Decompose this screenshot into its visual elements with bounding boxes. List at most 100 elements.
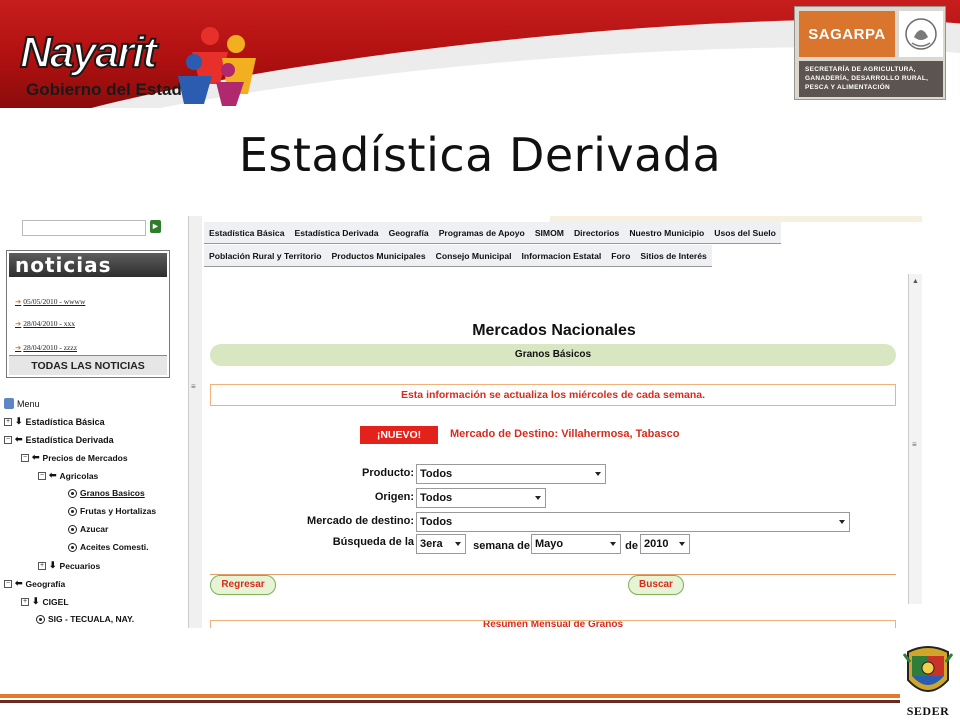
nav-item[interactable]: Usos del Suelo	[709, 222, 781, 243]
noticia-item[interactable]: ➜ 05/05/2010 - wwww	[15, 297, 85, 306]
resumen-box: Resumen Mensual de Granos	[210, 620, 896, 628]
noticias-panel: noticias ➜ 05/05/2010 - wwww ➜ 28/04/2010 …	[6, 250, 170, 378]
tree-item-agricolas[interactable]: − ⬅ Agricolas	[38, 470, 98, 481]
nav-item[interactable]: Sitios de Interés	[635, 245, 711, 266]
tree-item-aceites[interactable]: Aceites Comesti.	[68, 542, 149, 552]
left-panel: ► noticias ➜ 05/05/2010 - wwww ➜ 28/04/201…	[0, 216, 188, 628]
arrow-icon: ➜	[15, 343, 22, 352]
chevron-down-icon	[679, 542, 685, 546]
footer-line-dark	[0, 700, 900, 703]
tree-item-estadistica-basica[interactable]: + ⬇ Estadística Básica	[4, 416, 105, 427]
collapse-icon[interactable]: −	[21, 453, 29, 462]
arrow-icon: ➜	[15, 319, 22, 328]
sagarpa-ministry: SECRETARÍA DE AGRICULTURA, GANADERÍA, DE…	[799, 61, 943, 97]
page-title: Estadística Derivada	[238, 128, 722, 182]
buscar-button[interactable]: Buscar	[628, 575, 684, 595]
arrow-left-icon: ⬅	[15, 434, 23, 444]
tree-item-estadistica-derivada[interactable]: − ⬅ Estadística Derivada	[4, 434, 114, 445]
chevron-down-icon	[610, 542, 616, 546]
nav-item[interactable]: Informacion Estatal	[517, 245, 607, 266]
radio-icon	[36, 614, 45, 624]
nuevo-badge: ¡NUEVO!	[360, 426, 438, 444]
arrow-down-icon: ⬇	[32, 596, 40, 606]
chevron-down-icon	[535, 496, 541, 500]
arrow-icon: ➜	[15, 297, 22, 306]
noticia-item[interactable]: ➜ 28/04/2010 - zzzz	[15, 343, 77, 352]
chevron-down-icon	[595, 472, 601, 476]
left-scrollbar[interactable]: ≡	[188, 216, 202, 628]
embedded-screenshot: ► noticias ➜ 05/05/2010 - wwww ➜ 28/04/201…	[0, 216, 922, 628]
nav-item[interactable]: Geografía	[384, 222, 434, 243]
nav-item[interactable]: Estadística Básica	[204, 222, 289, 243]
collapse-icon[interactable]: −	[4, 579, 12, 588]
tree-item-sig[interactable]: SIG - TECUALA, NAY.	[36, 614, 134, 624]
arrow-left-icon: ⬅	[32, 452, 40, 462]
nav-item[interactable]: Foro	[606, 245, 635, 266]
chevron-down-icon	[839, 520, 845, 524]
nav-item[interactable]: Nuestro Municipio	[624, 222, 709, 243]
nav-item[interactable]: Productos Municipales	[327, 245, 431, 266]
origen-select[interactable]: Todos	[416, 488, 546, 508]
sagarpa-name: SAGARPA	[799, 11, 895, 57]
producto-select[interactable]: Todos	[416, 464, 606, 484]
noticias-heading: noticias	[9, 253, 167, 277]
menu-root: Menu	[4, 398, 40, 409]
regresar-button[interactable]: Regresar	[210, 575, 276, 595]
collapse-icon[interactable]: −	[4, 435, 12, 444]
nav-row-1: Estadística Básica Estadística Derivada …	[204, 222, 781, 244]
seder-crest-icon	[902, 646, 954, 692]
mercado-label: Mercado de destino:	[307, 515, 414, 527]
nav-item[interactable]: Población Rural y Territorio	[204, 245, 327, 266]
arrow-left-icon: ⬅	[15, 578, 23, 588]
tree-item-pecuarios[interactable]: + ⬇ Pecuarios	[38, 560, 100, 571]
nayarit-logo: Nayarit Gobierno del Estado	[8, 10, 258, 106]
mes-select[interactable]: Mayo	[531, 534, 621, 554]
chevron-down-icon	[455, 542, 461, 546]
tree-item-granos-basicos[interactable]: Granos Basicos	[68, 488, 145, 498]
sagarpa-logo: SAGARPA SECRETARÍA DE AGRICULTURA, GANAD…	[794, 6, 946, 100]
scroll-grip-icon: ≡	[191, 382, 196, 391]
tree-item-frutas[interactable]: Frutas y Hortalizas	[68, 506, 156, 516]
nav-item[interactable]: Estadística Derivada	[289, 222, 383, 243]
tree-item-azucar[interactable]: Azucar	[68, 524, 108, 534]
busqueda-label: Búsqueda de la	[332, 536, 414, 548]
nav-item[interactable]: Consejo Municipal	[431, 245, 517, 266]
tree-item-precios-mercados[interactable]: − ⬅ Precios de Mercados	[21, 452, 128, 463]
destino-link[interactable]: Mercado de Destino: Villahermosa, Tabasc…	[450, 428, 679, 440]
todas-noticias-link[interactable]: TODAS LAS NOTICIAS	[9, 355, 167, 375]
seder-label: SEDER	[906, 704, 950, 718]
tree-item-cigel[interactable]: + ⬇ CIGEL	[21, 596, 69, 607]
nayarit-logo-subtitle: Gobierno del Estado	[26, 80, 193, 99]
semana-de-label: semana de	[473, 540, 530, 552]
section-title: Mercados Nacionales	[472, 322, 636, 339]
radio-icon	[68, 488, 77, 498]
noticia-item[interactable]: ➜ 28/04/2010 - xxx	[15, 319, 75, 328]
radio-icon	[68, 506, 77, 516]
nayarit-logo-name: Nayarit	[19, 27, 158, 78]
tree-item-geografia[interactable]: − ⬅ Geografía	[4, 578, 65, 589]
producto-label: Producto:	[362, 467, 414, 479]
nav-item[interactable]: Directorios	[569, 222, 624, 243]
search-input[interactable]	[22, 220, 146, 236]
right-scrollbar[interactable]: ▲ ≡	[908, 274, 922, 604]
radio-icon	[68, 524, 77, 534]
search-go-icon[interactable]: ►	[150, 220, 161, 233]
footer-line-orange	[0, 694, 900, 698]
arrow-down-icon: ⬇	[49, 560, 57, 570]
arrow-left-icon: ⬅	[49, 470, 57, 480]
mercado-select[interactable]: Todos	[416, 512, 850, 532]
monitor-icon	[4, 398, 14, 409]
anio-select[interactable]: 2010	[640, 534, 690, 554]
semana-select[interactable]: 3era	[416, 534, 466, 554]
mexico-seal-icon	[899, 11, 943, 57]
expand-icon[interactable]: +	[4, 417, 12, 426]
expand-icon[interactable]: +	[21, 597, 29, 606]
nav-item[interactable]: SIMOM	[530, 222, 569, 243]
nav-item[interactable]: Programas de Apoyo	[434, 222, 530, 243]
expand-icon[interactable]: +	[38, 561, 46, 570]
scroll-up-icon[interactable]: ▲	[912, 278, 919, 285]
collapse-icon[interactable]: −	[38, 471, 46, 480]
section-subtitle: Granos Básicos	[210, 344, 896, 366]
main-content: Mercados Nacionales Granos Básicos Esta …	[204, 270, 908, 628]
divider	[210, 574, 896, 575]
